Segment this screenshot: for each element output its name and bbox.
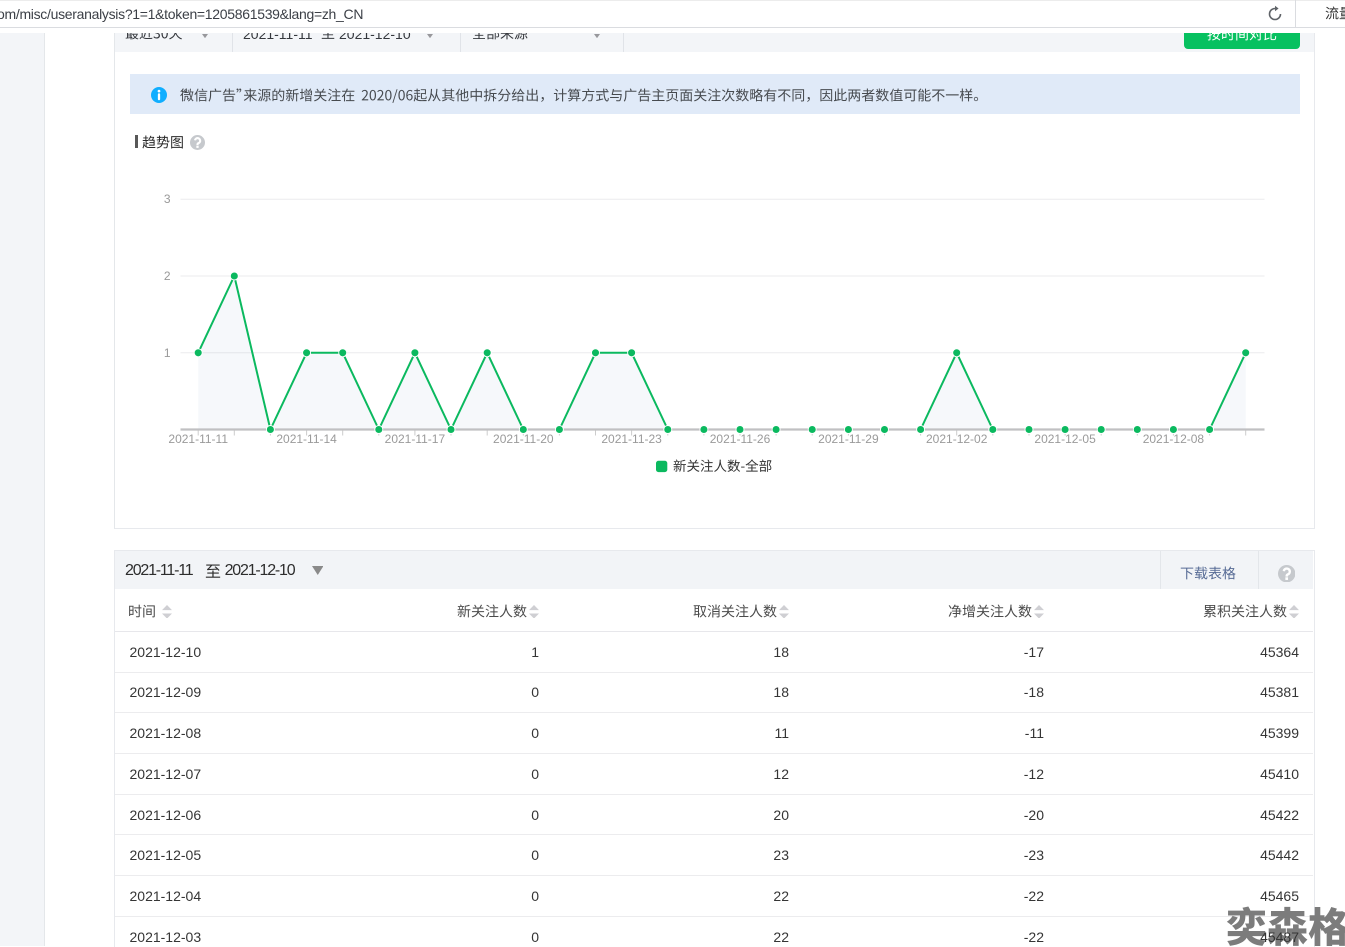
svg-text:1: 1 [164,346,171,360]
svg-text:2: 2 [164,269,171,283]
svg-text:2021-11-17: 2021-11-17 [385,432,446,446]
svg-text:2021-12-05: 2021-12-05 [1034,432,1096,446]
svg-text:2021-11-23: 2021-11-23 [601,432,662,446]
svg-text:3: 3 [164,192,171,206]
svg-text:2021-11-11: 2021-11-11 [168,432,228,446]
svg-text:2021-11-29: 2021-11-29 [818,432,879,446]
svg-text:2021-11-20: 2021-11-20 [493,432,554,446]
svg-text:2021-11-26: 2021-11-26 [710,432,771,446]
svg-text:2021-11-14: 2021-11-14 [276,432,337,446]
svg-text:2021-12-02: 2021-12-02 [926,432,988,446]
svg-text:2021-12-08: 2021-12-08 [1143,432,1205,446]
